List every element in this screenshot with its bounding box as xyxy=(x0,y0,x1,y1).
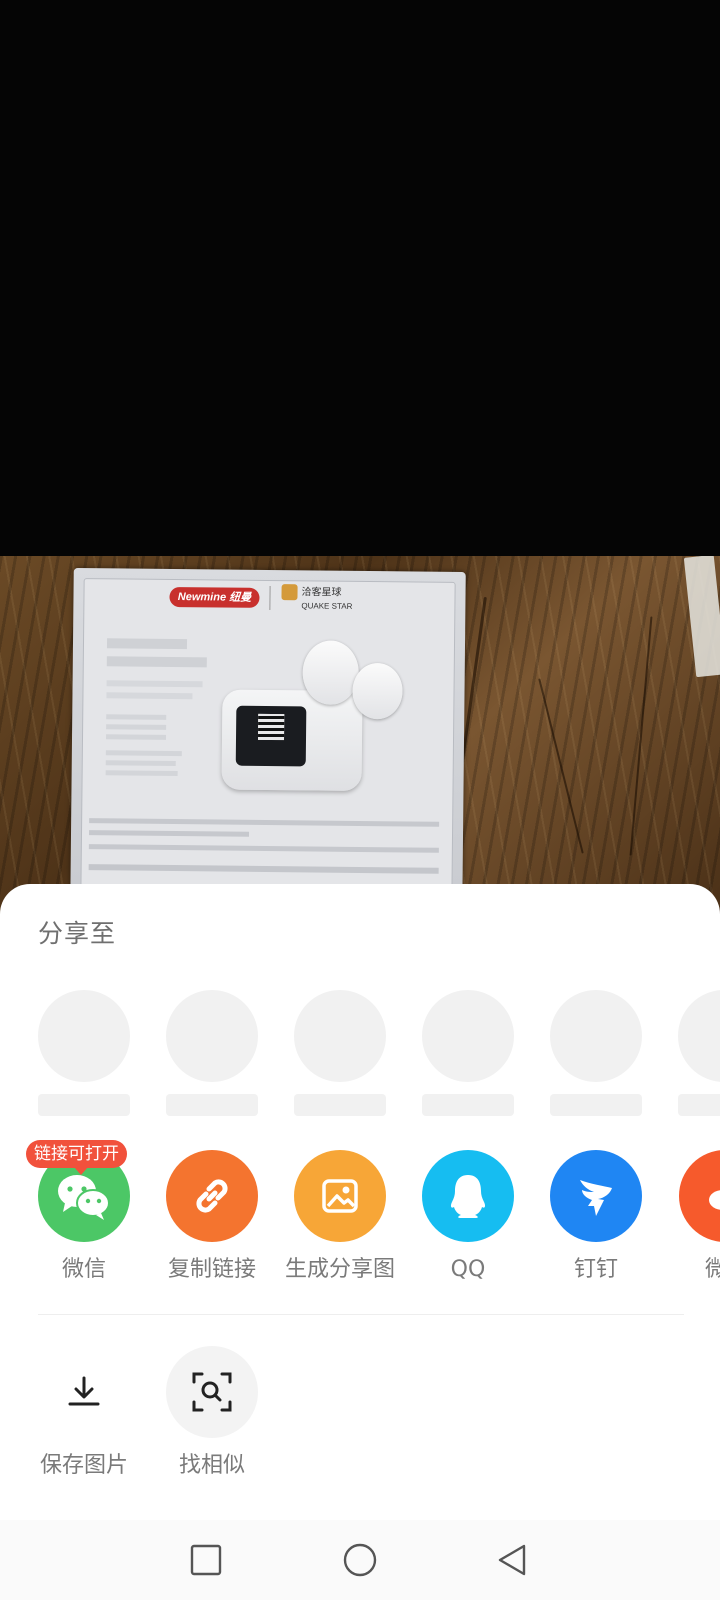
table-crack xyxy=(629,616,653,856)
share-app-label: 生成分享图 xyxy=(284,1257,395,1282)
contact-name-placeholder xyxy=(550,1094,642,1116)
contact-placeholder[interactable] xyxy=(166,990,258,1116)
contact-avatar-placeholder xyxy=(166,990,258,1082)
share-app-label: 钉钉 xyxy=(573,1257,618,1282)
contact-placeholder[interactable] xyxy=(678,990,720,1116)
contact-avatar-placeholder xyxy=(294,990,386,1082)
box-text-block xyxy=(106,656,207,668)
contact-name-placeholder xyxy=(166,1094,258,1116)
box-text-block xyxy=(105,770,178,777)
contact-placeholder[interactable] xyxy=(550,990,642,1116)
brand-logo: Newmine 纽曼 xyxy=(169,586,260,608)
qr-code xyxy=(258,713,285,741)
contact-avatar-placeholder xyxy=(38,990,130,1082)
box-text-block xyxy=(106,680,203,688)
contact-avatar-placeholder xyxy=(422,990,514,1082)
action-label: 找相似 xyxy=(178,1453,245,1478)
box-text-block xyxy=(106,714,167,720)
contact-name-placeholder xyxy=(678,1094,720,1116)
share-sheet-title: 分享至 xyxy=(38,919,117,948)
table-crack xyxy=(538,678,584,854)
back-icon xyxy=(498,1544,526,1576)
image-icon xyxy=(294,1150,386,1242)
box-text-block xyxy=(105,734,167,740)
share-app-label: 微信 xyxy=(61,1257,106,1282)
brand-box-icon xyxy=(281,584,298,601)
contact-placeholder[interactable] xyxy=(422,990,514,1116)
share-actions-row: 保存图片 找相似 xyxy=(0,1346,720,1486)
share-app-copy-link[interactable]: 复制链接 xyxy=(147,1150,277,1284)
recent-apps-icon xyxy=(190,1544,222,1576)
find-similar-button[interactable]: 找相似 xyxy=(147,1346,277,1480)
case-screen xyxy=(235,705,307,767)
share-app-label: QQ xyxy=(450,1257,486,1282)
link-icon xyxy=(166,1150,258,1242)
share-apps-row: 微信 复制链接 生成分享图 QQ 钉钉 微 xyxy=(0,1150,720,1300)
share-app-label: 微 xyxy=(705,1257,720,1282)
brand-secondary-name: 洽客星球 xyxy=(301,586,342,599)
box-text-block xyxy=(105,760,176,767)
brand-secondary: 洽客星球 QUAKE STAR xyxy=(281,584,352,613)
section-divider xyxy=(38,1314,684,1315)
contact-name-placeholder xyxy=(38,1094,130,1116)
contact-avatar-placeholder xyxy=(678,990,720,1082)
qq-icon xyxy=(422,1150,514,1242)
recent-apps-button[interactable] xyxy=(186,1540,226,1580)
home-button[interactable] xyxy=(340,1540,380,1580)
share-app-qq[interactable]: QQ xyxy=(403,1150,533,1284)
contact-name-placeholder xyxy=(422,1094,514,1116)
save-image-button[interactable]: 保存图片 xyxy=(19,1346,149,1480)
action-label: 保存图片 xyxy=(39,1453,128,1478)
back-button[interactable] xyxy=(492,1540,532,1580)
contact-name-placeholder xyxy=(294,1094,386,1116)
share-app-dingtalk[interactable]: 钉钉 xyxy=(531,1150,661,1284)
brand-secondary-en: QUAKE STAR xyxy=(301,601,353,611)
home-icon xyxy=(343,1543,377,1577)
weibo-icon xyxy=(679,1150,720,1242)
box-text-block xyxy=(106,638,188,650)
download-icon xyxy=(38,1346,130,1438)
background-photo: Newmine 纽曼 洽客星球 QUAKE STAR xyxy=(0,556,720,916)
paper-edge xyxy=(683,556,720,678)
earbuds-case xyxy=(221,689,363,791)
box-text-block xyxy=(106,692,193,700)
system-nav-bar xyxy=(0,1520,720,1600)
contact-placeholder[interactable] xyxy=(294,990,386,1116)
contact-placeholder[interactable] xyxy=(38,990,130,1116)
contact-avatar-placeholder xyxy=(550,990,642,1082)
share-app-share-image[interactable]: 生成分享图 xyxy=(275,1150,405,1284)
share-app-weibo[interactable]: 微 xyxy=(659,1150,720,1284)
wechat-link-badge: 链接可打开 xyxy=(26,1140,127,1175)
screen: Newmine 纽曼 洽客星球 QUAKE STAR 分享至 微信 复制链接 生… xyxy=(0,0,720,1600)
share-app-label: 复制链接 xyxy=(167,1257,256,1282)
box-text-block xyxy=(106,724,167,730)
box-text-block xyxy=(105,750,182,757)
recent-contacts-row xyxy=(0,990,720,1120)
scan-search-icon xyxy=(166,1346,258,1438)
dingtalk-icon xyxy=(550,1150,642,1242)
product-box: Newmine 纽曼 洽客星球 QUAKE STAR xyxy=(70,567,466,913)
share-sheet: 分享至 微信 复制链接 生成分享图 QQ 钉钉 微 链接可打开 保存图片 找相似 xyxy=(0,884,720,1600)
